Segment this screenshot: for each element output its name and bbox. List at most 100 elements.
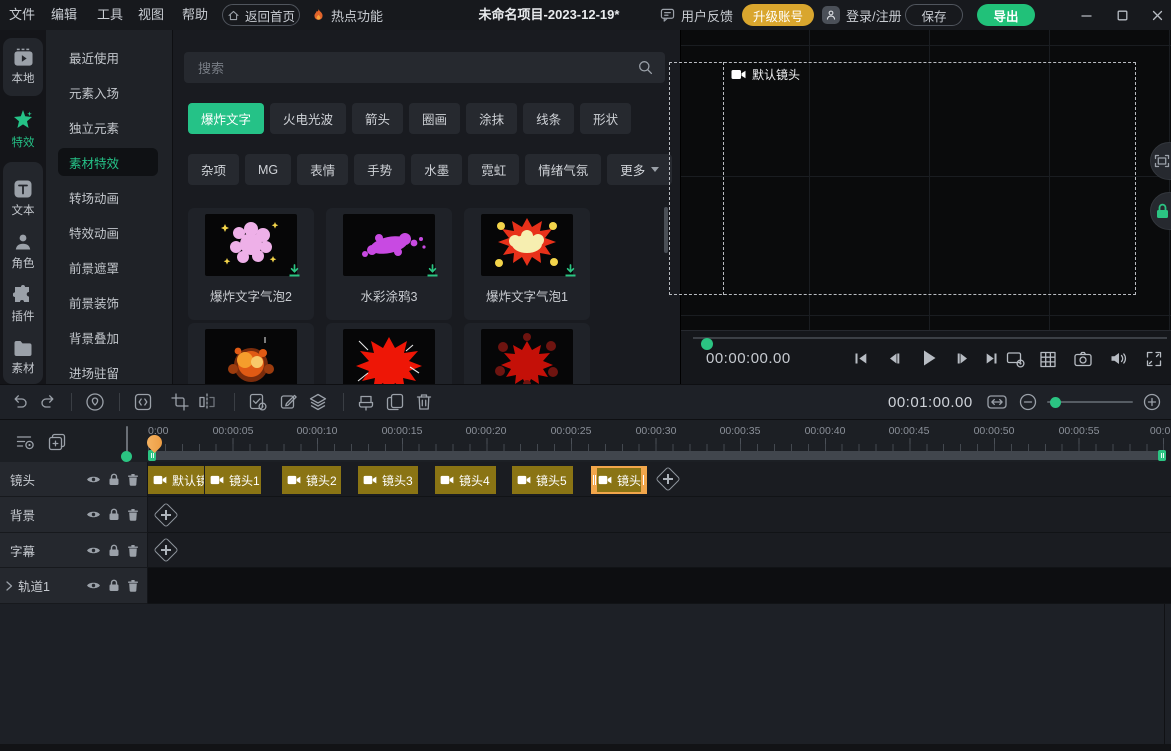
timeline-ruler[interactable]: 0:00 00:00:05 00:00:10 00:00:15 00:00:20… xyxy=(0,420,1171,462)
assets-scrollbar[interactable] xyxy=(664,207,668,253)
copy-button[interactable] xyxy=(386,393,404,411)
grid-view-button[interactable] xyxy=(1040,351,1057,368)
search-box[interactable] xyxy=(184,52,665,83)
lock-icon[interactable] xyxy=(108,473,120,486)
subnav-item-effect-anim[interactable]: 特效动画 xyxy=(46,215,172,250)
export-button[interactable]: 导出 xyxy=(977,4,1035,26)
edit-clip-button[interactable] xyxy=(280,393,298,411)
filter-explosion-text[interactable]: 爆炸文字 xyxy=(188,103,264,134)
rail-item-effects[interactable]: 特效 xyxy=(0,100,46,158)
filter-mood[interactable]: 情绪气氛 xyxy=(525,154,601,185)
lane-background[interactable] xyxy=(148,497,1171,533)
anchor-point-button[interactable] xyxy=(86,393,105,412)
clip-camera-3[interactable]: 镜头3 xyxy=(358,466,418,494)
frame-select-button[interactable] xyxy=(134,393,152,411)
lock-canvas-button[interactable] xyxy=(1150,192,1171,230)
back-home-button[interactable]: 返回首页 xyxy=(222,4,300,26)
zoom-out-button[interactable] xyxy=(1019,393,1037,411)
add-track-button[interactable] xyxy=(48,433,66,451)
asset-card[interactable]: 爆炸文字气泡1 xyxy=(464,208,590,320)
eye-icon[interactable] xyxy=(86,545,101,556)
trash-icon[interactable] xyxy=(127,473,139,486)
filter-emoji[interactable]: 表情 xyxy=(297,154,348,185)
subnav-item-transition[interactable]: 转场动画 xyxy=(46,180,172,215)
layers-button[interactable] xyxy=(309,393,327,411)
asset-card[interactable]: 水彩涂鸦3 xyxy=(326,208,452,320)
lock-icon[interactable] xyxy=(108,544,120,557)
filter-mg[interactable]: MG xyxy=(245,154,291,185)
trim-handle-right[interactable] xyxy=(641,466,647,494)
lane-camera[interactable]: 默认镜头 镜头1 镜头2 镜头3 镜头4 镜头5 镜头6 xyxy=(148,462,1171,497)
track-manager-button[interactable] xyxy=(16,434,35,451)
search-input[interactable] xyxy=(196,52,630,85)
trash-icon[interactable] xyxy=(127,579,139,592)
rail-item-material[interactable]: 素材 xyxy=(3,331,43,384)
lock-icon[interactable] xyxy=(108,579,120,592)
timeline-zoom-slider[interactable] xyxy=(1047,401,1133,403)
track-header-track1[interactable]: 轨道1 xyxy=(0,568,148,604)
eye-icon[interactable] xyxy=(86,580,101,591)
filter-circle[interactable]: 圈画 xyxy=(409,103,460,134)
brush-button[interactable] xyxy=(358,393,375,411)
menu-file[interactable]: 文件 xyxy=(9,0,35,30)
timeline-zoom-knob[interactable] xyxy=(1050,397,1061,408)
undo-button[interactable] xyxy=(11,394,29,411)
rail-item-plugin[interactable]: 插件 xyxy=(3,278,43,331)
download-icon[interactable] xyxy=(287,264,302,277)
subnav-item-fg-decor[interactable]: 前景装饰 xyxy=(46,285,172,320)
trash-icon[interactable] xyxy=(127,508,139,521)
subnav-item-element-entrance[interactable]: 元素入场 xyxy=(46,75,172,110)
filter-more[interactable]: 更多 xyxy=(607,154,672,185)
track-header-camera[interactable]: 镜头 xyxy=(0,462,148,497)
filter-neon[interactable]: 霓虹 xyxy=(468,154,519,185)
preview-progress-knob[interactable] xyxy=(701,338,713,350)
filter-shape[interactable]: 形状 xyxy=(580,103,631,134)
flip-button[interactable] xyxy=(198,393,217,411)
snapshot-button[interactable] xyxy=(1074,351,1092,367)
timeline-range-bar[interactable] xyxy=(148,451,1166,460)
download-icon[interactable] xyxy=(563,264,578,277)
next-frame-button[interactable] xyxy=(956,351,971,366)
subnav-item-independent[interactable]: 独立元素 xyxy=(46,110,172,145)
hot-features-button[interactable]: 热点功能 xyxy=(312,0,383,30)
maximize-button[interactable] xyxy=(1108,0,1136,30)
save-button[interactable]: 保存 xyxy=(905,4,963,26)
rail-item-local[interactable]: 本地 xyxy=(3,38,43,96)
track-header-subtitle[interactable]: 字幕 xyxy=(0,533,148,568)
subnav-item-material-effects[interactable]: 素材特效 xyxy=(46,145,172,180)
lock-icon[interactable] xyxy=(108,508,120,521)
subnav-item-recent[interactable]: 最近使用 xyxy=(46,40,172,75)
upgrade-account-button[interactable]: 升级账号 xyxy=(742,4,814,26)
fit-timeline-button[interactable] xyxy=(987,393,1008,411)
camera-frame[interactable] xyxy=(669,62,1136,295)
playhead-pin[interactable] xyxy=(126,426,128,452)
crop-button[interactable] xyxy=(171,393,189,411)
previous-frame-button[interactable] xyxy=(887,351,902,366)
lane-subtitle[interactable] xyxy=(148,533,1171,568)
trash-icon[interactable] xyxy=(127,544,139,557)
filter-arrow[interactable]: 箭头 xyxy=(352,103,403,134)
trim-handle-left[interactable] xyxy=(591,466,597,494)
add-background-button[interactable] xyxy=(153,502,179,528)
rail-item-character[interactable]: 角色 xyxy=(3,225,43,278)
skip-to-end-button[interactable] xyxy=(985,351,1000,366)
skip-to-start-button[interactable] xyxy=(854,351,869,366)
range-end-handle[interactable] xyxy=(1158,450,1166,461)
volume-button[interactable] xyxy=(1110,351,1127,366)
subnav-item-bg-overlay[interactable]: 背景叠加 xyxy=(46,320,172,355)
download-icon[interactable] xyxy=(425,264,440,277)
playhead-pin-knob[interactable] xyxy=(121,451,132,462)
zoom-in-button[interactable] xyxy=(1143,393,1161,411)
clip-default-camera[interactable]: 默认镜头 xyxy=(148,466,204,494)
add-subtitle-button[interactable] xyxy=(153,537,179,563)
preview-progress-bar[interactable] xyxy=(693,337,1167,339)
clip-camera-4[interactable]: 镜头4 xyxy=(435,466,496,494)
horizontal-scrollbar[interactable] xyxy=(0,744,1171,751)
redo-button[interactable] xyxy=(39,394,57,411)
rail-item-text[interactable]: 文本 xyxy=(3,172,43,225)
delete-button[interactable] xyxy=(416,393,432,411)
menu-edit[interactable]: 编辑 xyxy=(51,0,77,30)
login-button[interactable]: 登录/注册 xyxy=(822,0,902,30)
add-clip-button[interactable] xyxy=(655,466,681,492)
minimize-button[interactable] xyxy=(1072,0,1100,30)
